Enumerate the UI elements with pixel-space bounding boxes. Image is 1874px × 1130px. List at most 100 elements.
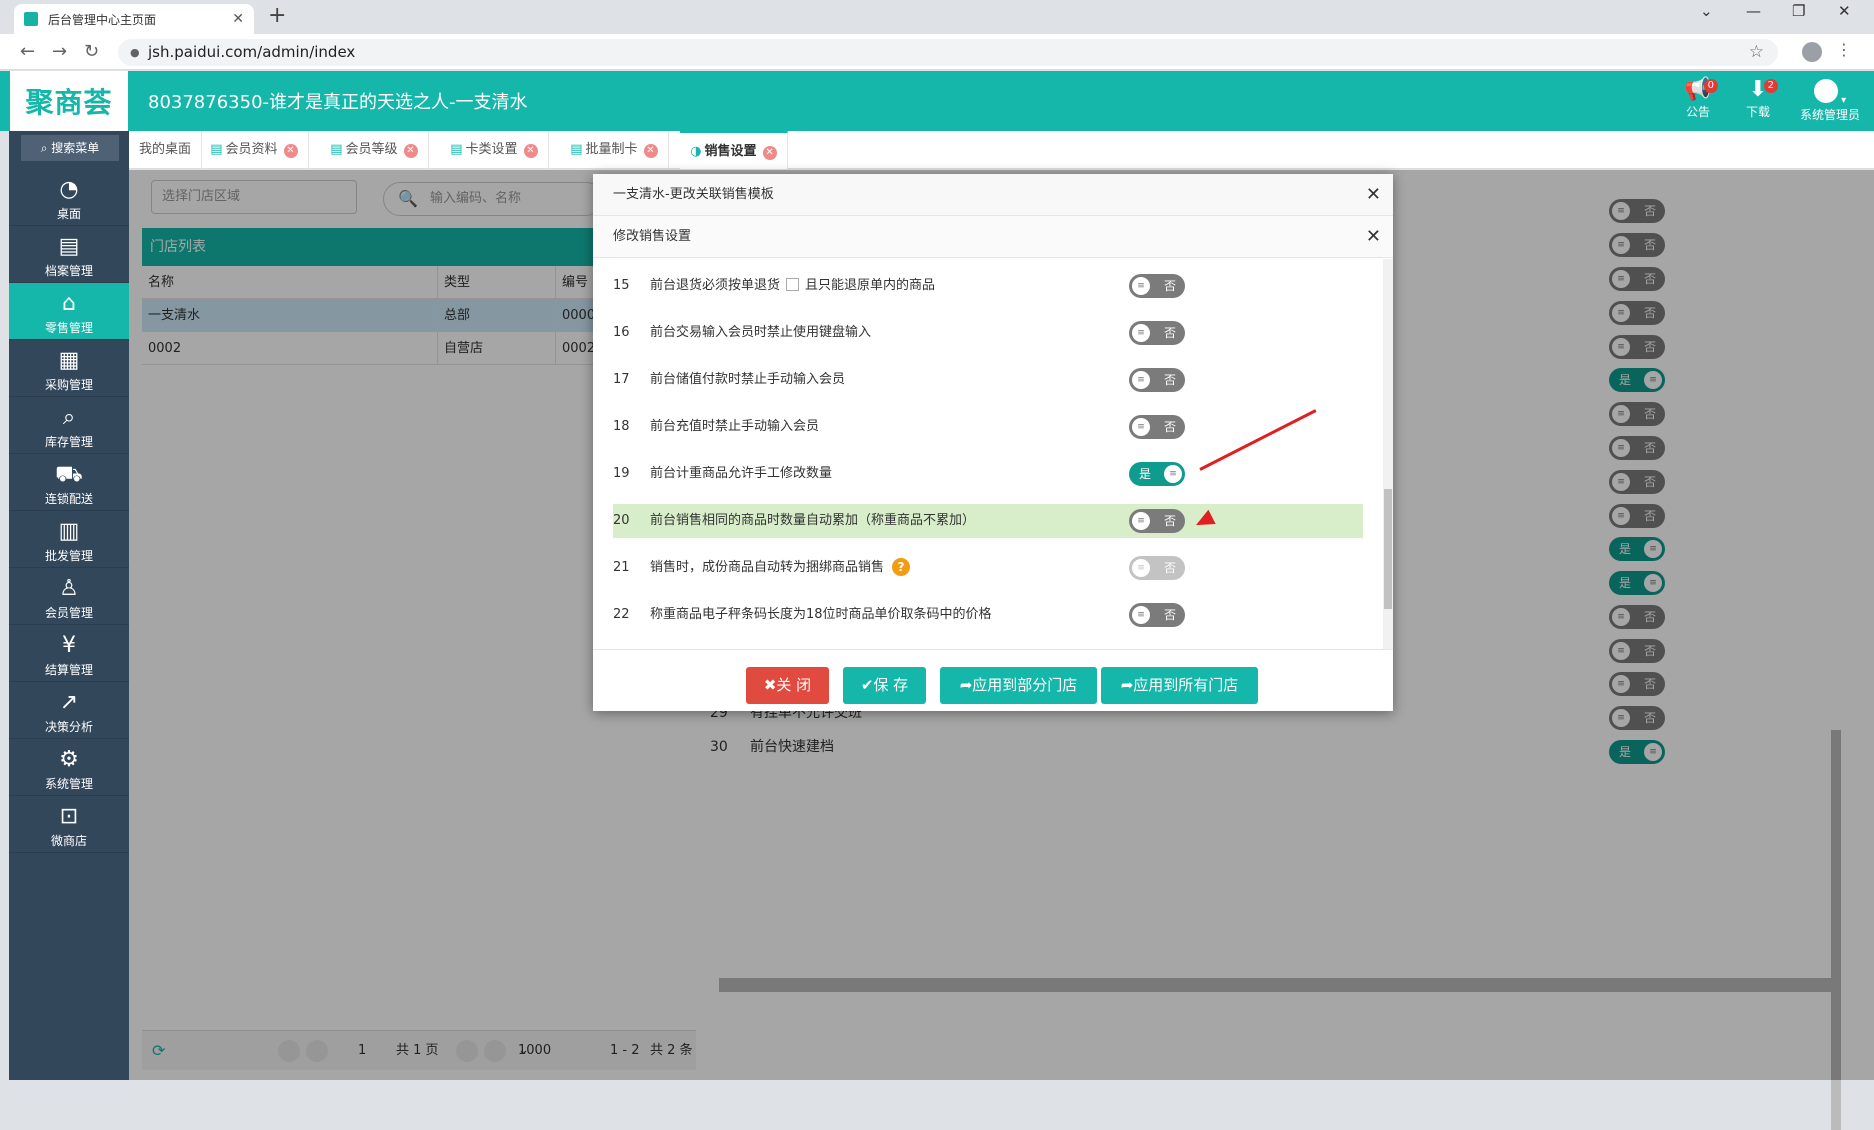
close-tab-icon[interactable]: ✕ [232, 11, 244, 27]
page-tab[interactable]: ▤ 卡类设置 ✕ [440, 131, 549, 169]
setting-label: 前台储值付款时禁止手动输入会员 [650, 372, 846, 387]
page-tab[interactable]: ▤ 批量制卡 ✕ [560, 131, 669, 169]
store-icon: ⌂ [62, 291, 76, 316]
toggle-knob-icon: ≡ [1132, 512, 1150, 530]
avatar [1813, 79, 1838, 103]
setting-label: 销售时，成份商品自动转为捆绑商品销售 [650, 560, 885, 575]
sidebar-item[interactable]: ⚙ 系统管理 [9, 739, 129, 796]
user-label: 系统管理员 [1799, 108, 1860, 122]
chevron-down-icon[interactable]: ⌄ [1700, 2, 1713, 20]
save-button[interactable]: ✔保 存 [843, 667, 926, 704]
close-tab-icon[interactable]: ✕ [283, 144, 298, 158]
download-button[interactable]: ⬇ 2 下载 [1728, 77, 1788, 120]
setting-toggle[interactable]: ≡ 是 [1129, 462, 1185, 486]
back-icon[interactable]: ← [20, 41, 35, 62]
modal-setting-row: 16 前台交易输入会员时禁止使用键盘输入 ≡ 否 [613, 316, 1363, 350]
sidebar-item[interactable]: ▦ 采购管理 [9, 340, 129, 397]
page-tab-label: 卡类设置 [465, 142, 518, 157]
sidebar-item[interactable]: ▤ 档案管理 [9, 226, 129, 283]
close-tab-icon[interactable]: ✕ [403, 144, 418, 158]
modal-scrollbar[interactable] [1383, 259, 1393, 649]
close-tab-icon[interactable]: ✕ [523, 144, 538, 158]
setting-toggle[interactable]: ≡ 否 [1129, 603, 1185, 627]
setting-toggle[interactable]: ≡ 否 [1129, 415, 1185, 439]
sidebar-item[interactable]: ↗ 决策分析 [9, 682, 129, 739]
purchase-icon: ▦ [58, 348, 80, 373]
sidebar-item[interactable]: ⌂ 零售管理 [9, 283, 129, 340]
notice-button[interactable]: 📢 0 公告 [1668, 77, 1728, 120]
setting-toggle[interactable]: ≡ 否 [1129, 368, 1185, 392]
megaphone-icon: 📢 [1684, 77, 1712, 102]
return-original-checkbox[interactable] [786, 278, 800, 291]
modal-setting-row: 21 销售时，成份商品自动转为捆绑商品销售? ≡ 否 [613, 551, 1363, 585]
setting-toggle[interactable]: ≡ 否 [1129, 509, 1185, 533]
page-tab[interactable]: ◑ 销售设置 ✕ [680, 131, 788, 169]
sidebar-item[interactable]: ⌕ 库存管理 [9, 397, 129, 454]
url-field[interactable]: ● jsh.paidui.com/admin/index ☆ [118, 39, 1778, 66]
modal-title-bar: 一支清水-更改关联销售模板 ✕ [593, 174, 1393, 216]
page-tab[interactable]: 我的桌面 [129, 131, 203, 169]
close-modal-icon[interactable]: ✕ [1366, 174, 1381, 216]
wholesale-icon: ▥ [58, 519, 80, 544]
modal-setting-row: 22 称重商品电子秤条码长度为18位时商品单价取条码中的价格 ≡ 否 [613, 598, 1363, 632]
spinner-icon: ◑ [690, 144, 702, 159]
sidebar: ⌕ 搜索菜单 ◔ 桌面 ▤ 档案管理 ⌂ 零售管理 ▦ 采购管理 ⌕ 库存管理 ⛟ 连锁配送 ▥ 批发管理… [9, 131, 129, 1080]
document-icon: ▤ [330, 142, 343, 157]
checkbox-label: 且只能退原单内的商品 [805, 278, 936, 293]
sidebar-item-label: 库存管理 [44, 435, 93, 449]
setting-label: 前台充值时禁止手动输入会员 [650, 419, 820, 434]
dashboard-icon: ◔ [59, 177, 79, 202]
modal-scroll-thumb[interactable] [1384, 489, 1392, 609]
setting-text: 前台销售相同的商品时数量自动累加（称重商品不累加） [650, 504, 975, 538]
modal-setting-row: 15 前台退货必须按单退货 且只能退原单内的商品 ≡ 否 [613, 269, 1363, 303]
sidebar-item-label: 决策分析 [44, 720, 93, 734]
close-tab-icon[interactable]: ✕ [762, 146, 777, 160]
sidebar-item[interactable]: ♙ 会员管理 [9, 568, 129, 625]
close-window-icon[interactable]: ✕ [1838, 2, 1851, 20]
search-menu-button[interactable]: ⌕ 搜索菜单 [21, 135, 119, 161]
sidebar-item[interactable]: ⊡ 微商店 [9, 796, 129, 853]
browser-tabbar: 后台管理中心主页面 ✕ + ⌄ — ❐ ✕ [0, 0, 1874, 34]
sidebar-item[interactable]: ▥ 批发管理 [9, 511, 129, 568]
setting-toggle[interactable]: ≡ 否 [1129, 274, 1185, 298]
analysis-icon: ↗ [59, 690, 79, 715]
setting-toggle[interactable]: ≡ 否 [1129, 321, 1185, 345]
reload-icon[interactable]: ↻ [84, 41, 99, 62]
toggle-knob-icon: ≡ [1164, 465, 1182, 483]
close-subpanel-icon[interactable]: ✕ [1366, 216, 1381, 258]
sidebar-item-label: 档案管理 [44, 264, 93, 278]
page-tab[interactable]: ▤ 会员等级 ✕ [320, 131, 429, 169]
browser-tab[interactable]: 后台管理中心主页面 ✕ [14, 4, 254, 34]
download-label: 下载 [1745, 105, 1770, 119]
address-bar: ← → ↻ ● jsh.paidui.com/admin/index ☆ ⋮ [0, 34, 1874, 70]
minimize-icon[interactable]: — [1746, 2, 1761, 20]
toggle-knob-icon: ≡ [1132, 559, 1150, 577]
caret-down-icon: ▾ [1837, 95, 1847, 106]
sidebar-item[interactable]: ◔ 桌面 [9, 169, 129, 226]
site-favicon-icon [24, 12, 38, 26]
setting-number: 17 [613, 372, 630, 387]
page-tab[interactable]: ▤ 会员资料 ✕ [200, 131, 309, 169]
star-icon[interactable]: ☆ [1749, 39, 1764, 66]
apply-all-stores-button[interactable]: ➦应用到所有门店 [1101, 667, 1258, 704]
new-tab-button[interactable]: + [268, 3, 286, 28]
apply-some-stores-button[interactable]: ➦应用到部分门店 [940, 667, 1097, 704]
setting-toggle[interactable]: ≡ 否 [1129, 556, 1185, 580]
forward-icon[interactable]: → [52, 41, 67, 62]
setting-number: 18 [613, 419, 630, 434]
user-menu[interactable]: ▾ 系统管理员 [1790, 77, 1870, 123]
toggle-label: 否 [1163, 326, 1176, 340]
more-menu-icon[interactable]: ⋮ [1836, 40, 1852, 59]
restore-icon[interactable]: ❐ [1792, 2, 1805, 20]
sidebar-item[interactable]: ¥ 结算管理 [9, 625, 129, 682]
setting-number: 20 [613, 513, 630, 528]
toggle-label: 否 [1163, 373, 1176, 387]
sidebar-item[interactable]: ⛟ 连锁配送 [9, 454, 129, 511]
modal-subtitle: 修改销售设置 [613, 229, 692, 244]
document-icon: ▤ [570, 142, 583, 157]
profile-icon[interactable] [1802, 42, 1822, 62]
help-icon[interactable]: ? [892, 558, 911, 576]
close-tab-icon[interactable]: ✕ [643, 144, 658, 158]
modal-setting-row: 18 前台充值时禁止手动输入会员 ≡ 否 [613, 410, 1363, 444]
close-button[interactable]: ✖关 闭 [746, 667, 829, 704]
